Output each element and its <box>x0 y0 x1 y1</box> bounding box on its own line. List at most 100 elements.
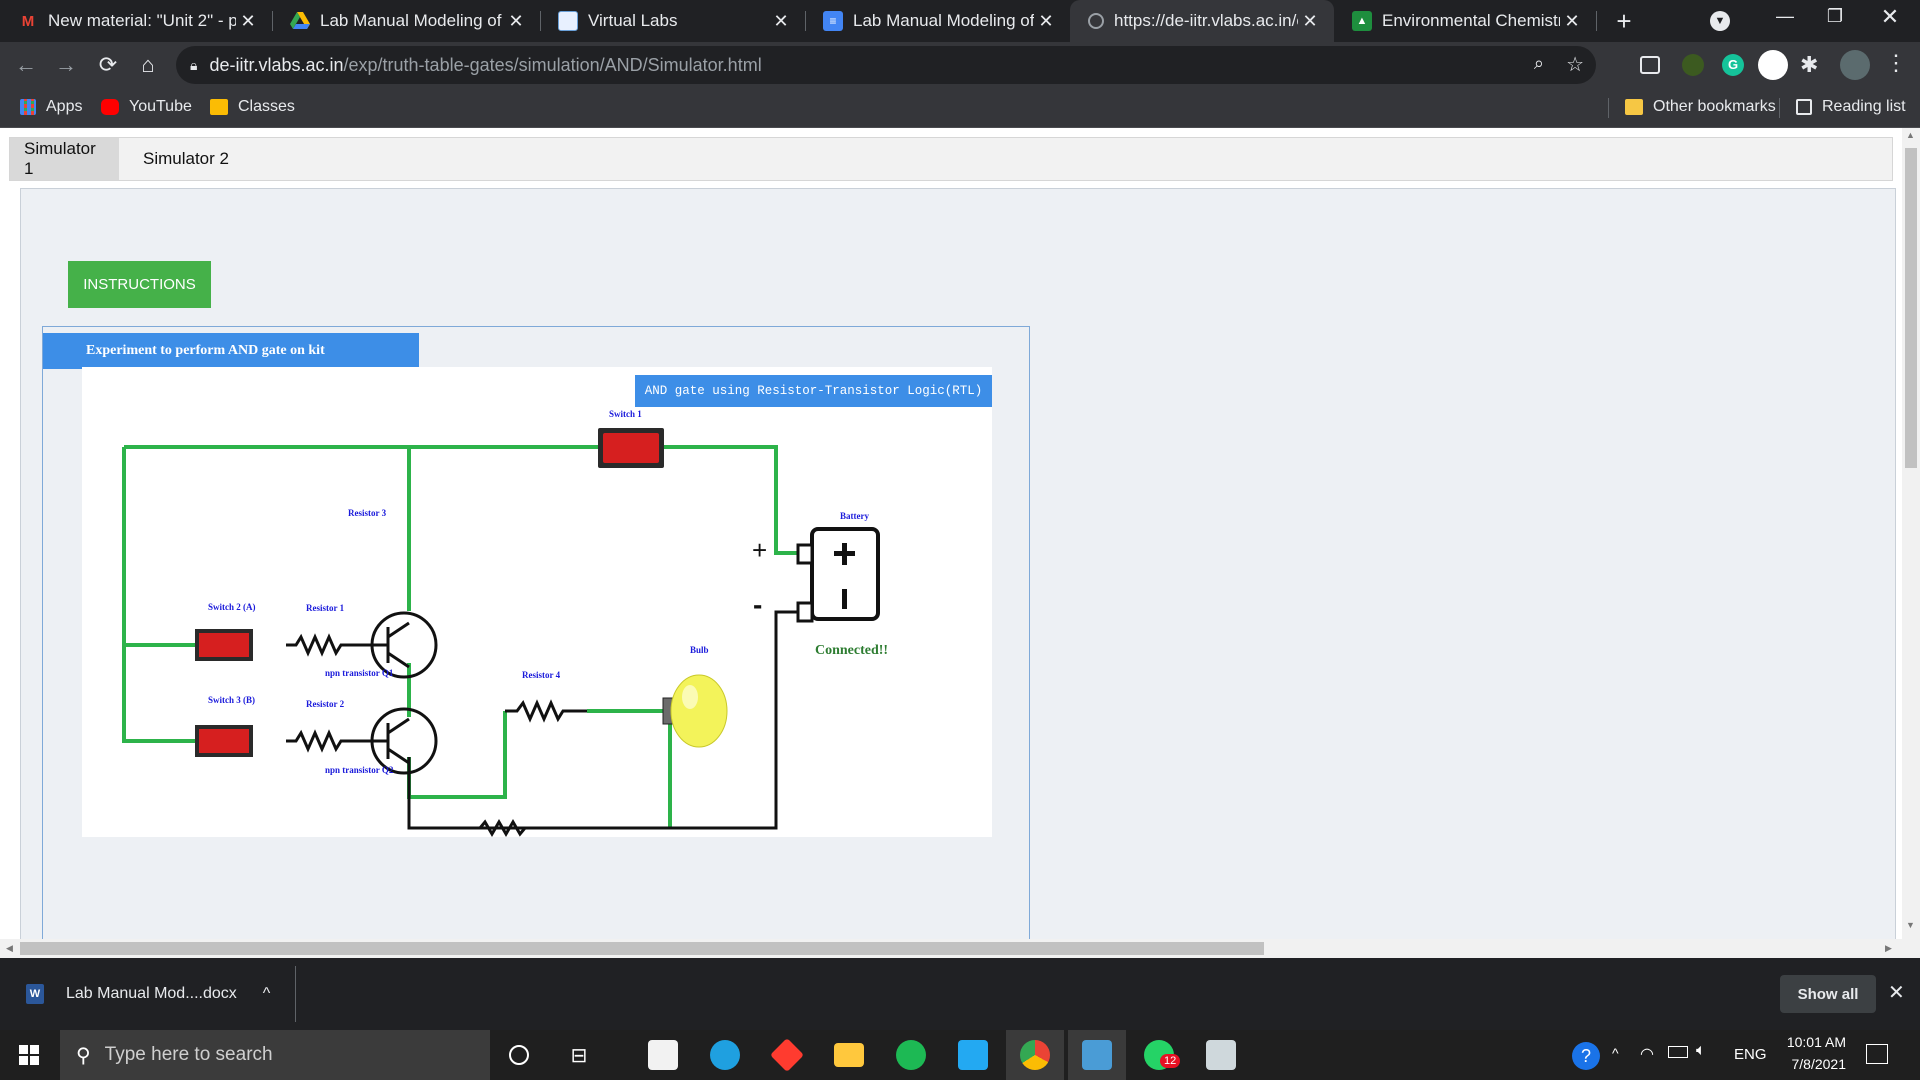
web-page: Simulator 1 Simulator 2 INSTRUCTIONS Exp… <box>0 128 1902 940</box>
tab-classroom[interactable]: ▲ Environmental Chemistry M ✕ <box>1334 0 1596 42</box>
store-icon[interactable] <box>634 1030 692 1080</box>
whatsapp-icon[interactable]: 12 <box>1130 1030 1188 1080</box>
reload-icon[interactable]: ⟳ <box>90 47 126 83</box>
youtube-icon <box>101 99 119 115</box>
vertical-scroll-thumb[interactable] <box>1905 148 1917 468</box>
owl-extension-icon[interactable] <box>1758 50 1788 80</box>
windows-icon <box>19 1045 39 1065</box>
other-bookmarks[interactable]: Other bookmarks <box>1625 88 1776 126</box>
bookmark-youtube[interactable]: YouTube <box>101 88 192 126</box>
battery-label: Battery <box>840 511 869 521</box>
close-icon[interactable]: ✕ <box>1298 11 1322 32</box>
close-icon[interactable]: ✕ <box>1560 11 1584 32</box>
start-button[interactable] <box>0 1030 58 1080</box>
browser-toolbar: ← → ⟳ ⌂ 🔒︎ de-iitr.vlabs.ac.in/exp/truth… <box>0 42 1920 88</box>
tab-search-icon[interactable]: ▼ <box>1710 11 1730 31</box>
close-download-bar-icon[interactable]: ✕ <box>1888 980 1905 1005</box>
vscode-icon[interactable] <box>944 1030 1002 1080</box>
switch-2-a[interactable] <box>195 629 253 661</box>
horizontal-scroll-thumb[interactable] <box>20 942 1264 955</box>
close-window-button[interactable]: ✕ <box>1875 4 1905 34</box>
switch-3-b[interactable] <box>195 725 253 757</box>
back-icon[interactable]: ← <box>8 47 44 83</box>
extension-icon[interactable] <box>1682 54 1704 76</box>
bookmark-classes[interactable]: Classes <box>210 88 295 126</box>
tray-chevron-icon[interactable]: ^ <box>1612 1045 1619 1061</box>
cortana-icon[interactable] <box>490 1030 548 1080</box>
transistor-q1-label: npn transistor Q1 <box>325 668 394 678</box>
clock-time[interactable]: 10:01 AM <box>1776 1034 1846 1050</box>
google-drive-icon <box>290 11 310 31</box>
home-icon[interactable]: ⌂ <box>130 47 166 83</box>
close-icon[interactable]: ✕ <box>1034 11 1058 32</box>
tab-docs[interactable]: ≡ Lab Manual Modeling of Dig ✕ <box>805 0 1070 42</box>
bookmark-star-icon[interactable]: ☆ <box>1566 52 1584 77</box>
tab-drive[interactable]: Lab Manual Modeling of Dig ✕ <box>272 0 540 42</box>
tab-virtual-labs[interactable]: Virtual Labs ✕ <box>540 0 805 42</box>
taskbar-search[interactable]: ⚲ Type here to search <box>60 1030 490 1080</box>
close-icon[interactable]: ✕ <box>769 11 793 32</box>
zoom-icon[interactable]: ⌕ <box>1534 53 1544 74</box>
google-docs-icon: ≡ <box>823 11 843 31</box>
url-path: /exp/truth-table-gates/simulation/AND/Si… <box>343 54 762 75</box>
task-view-icon[interactable]: ⊟ <box>550 1030 608 1080</box>
lock-icon: 🔒︎ <box>190 56 198 73</box>
grammarly-icon[interactable]: G <box>1722 54 1744 76</box>
switch-1[interactable] <box>598 428 664 468</box>
new-tab-button[interactable]: + <box>1604 0 1644 42</box>
bookmark-label: Classes <box>238 98 295 115</box>
forward-icon[interactable]: → <box>48 47 84 83</box>
bulb-icon <box>662 674 728 748</box>
volume-icon[interactable]: 🔈︎ <box>1696 1042 1706 1060</box>
circuit-board: AND gate using Resistor-Transistor Logic… <box>82 367 992 837</box>
minimize-button[interactable]: — <box>1770 6 1800 36</box>
apps-grid-icon <box>20 99 36 115</box>
battery-tray-icon[interactable] <box>1668 1046 1688 1058</box>
app-blue-icon[interactable] <box>1068 1030 1126 1080</box>
clock-date[interactable]: 7/8/2021 <box>1776 1056 1847 1072</box>
language-indicator[interactable]: ENG <box>1734 1046 1767 1063</box>
menu-icon[interactable]: ⋮ <box>1885 50 1907 76</box>
resistor-1-symbol <box>286 633 382 657</box>
transistor-q2-label: npn transistor Q2 <box>325 765 394 775</box>
instructions-button[interactable]: INSTRUCTIONS <box>68 261 211 308</box>
notifications-icon[interactable] <box>1866 1044 1888 1064</box>
close-icon[interactable]: ✕ <box>504 11 528 32</box>
vertical-scrollbar[interactable]: ▲ ▼ <box>1902 128 1920 958</box>
show-all-button[interactable]: Show all <box>1780 975 1876 1013</box>
download-item[interactable]: W Lab Manual Mod....docx ^ <box>0 958 296 1030</box>
avatar[interactable] <box>1840 50 1870 80</box>
bookmark-apps[interactable]: Apps <box>20 88 82 126</box>
reading-list-icon <box>1796 99 1812 115</box>
spotify-icon[interactable] <box>882 1030 940 1080</box>
virtual-labs-icon <box>558 11 578 31</box>
cast-icon[interactable] <box>1640 56 1660 74</box>
url-text: de-iitr.vlabs.ac.in/exp/truth-table-gate… <box>209 55 761 76</box>
tab-simulator-1[interactable]: Simulator 1 <box>10 138 119 180</box>
tab-active-simulator[interactable]: https://de-iitr.vlabs.ac.in/exp ✕ <box>1070 0 1334 42</box>
tab-gmail[interactable]: M New material: "Unit 2" - pra ✕ <box>0 0 272 42</box>
experiment-panel: Experiment to perform AND gate on kit AN… <box>42 326 1030 940</box>
tab-simulator-2[interactable]: Simulator 2 <box>129 138 243 180</box>
resistor-1-label: Resistor 1 <box>306 603 345 613</box>
reading-list[interactable]: Reading list <box>1796 88 1906 126</box>
edge-icon[interactable] <box>696 1030 754 1080</box>
app-red-icon[interactable] <box>758 1030 816 1080</box>
puzzle-icon[interactable]: ✱ <box>1800 52 1818 78</box>
photos-icon[interactable] <box>1192 1030 1250 1080</box>
close-icon[interactable]: ✕ <box>236 11 260 32</box>
url-domain: de-iitr.vlabs.ac.in <box>209 54 344 75</box>
file-explorer-icon[interactable] <box>820 1030 878 1080</box>
simulator-tabs: Simulator 1 Simulator 2 <box>9 137 1893 181</box>
help-icon[interactable]: ? <box>1572 1042 1600 1070</box>
wifi-icon[interactable]: ◠ <box>1640 1044 1654 1064</box>
resistor-3-label: Resistor 3 <box>348 508 387 518</box>
horizontal-scrollbar[interactable]: ◀ ▶ <box>0 939 1902 958</box>
globe-icon <box>1088 13 1104 29</box>
restore-button[interactable]: ❐ <box>1820 6 1850 36</box>
chrome-icon[interactable] <box>1006 1030 1064 1080</box>
chevron-up-icon[interactable]: ^ <box>263 985 271 1003</box>
address-bar[interactable]: 🔒︎ de-iitr.vlabs.ac.in/exp/truth-table-g… <box>176 46 1596 84</box>
resistor-2-symbol <box>286 729 382 753</box>
plus-sign: + <box>752 535 768 565</box>
